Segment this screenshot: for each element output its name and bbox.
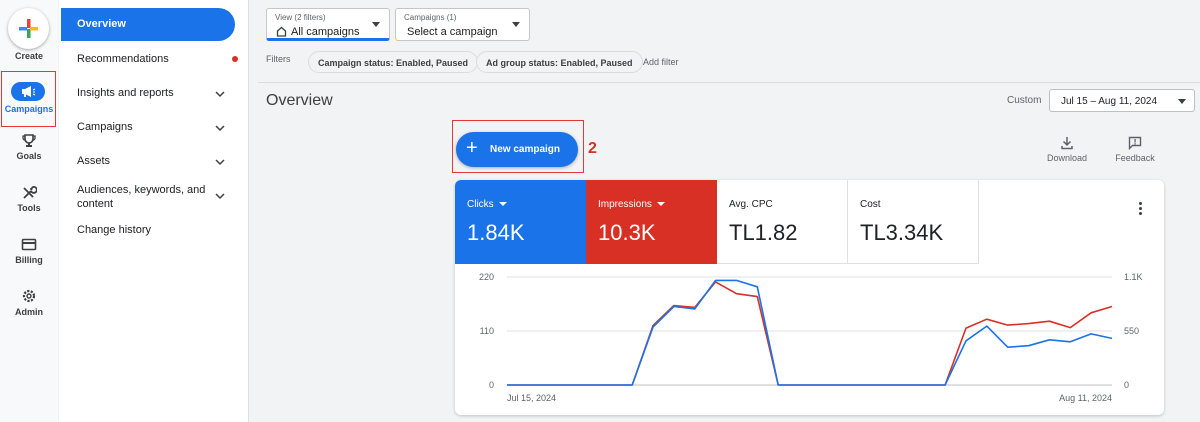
nav-item-change-history-label: Change history xyxy=(77,224,151,236)
performance-card: Clicks 1.84K Impressions 10.3K Avg. CPC … xyxy=(455,180,1164,415)
nav-item-overview[interactable]: Overview xyxy=(61,8,235,41)
x-axis-start-label: Jul 15, 2024 xyxy=(507,393,556,403)
goals-rail-item[interactable]: Goals xyxy=(0,133,58,161)
caret-down-icon xyxy=(498,202,507,207)
notification-dot xyxy=(232,56,238,62)
create-label: Create xyxy=(14,51,43,61)
x-axis-end-label: Aug 11, 2024 xyxy=(1059,393,1112,403)
download-button[interactable]: Download xyxy=(1044,136,1090,163)
credit-card-icon xyxy=(21,238,37,251)
billing-label: Billing xyxy=(15,255,43,265)
nav-item-assets-label: Assets xyxy=(77,155,111,167)
left-axis-tick: 220 xyxy=(479,272,494,282)
trophy-icon xyxy=(22,134,36,147)
annotation-number-2: 2 xyxy=(588,140,597,157)
performance-chart: 220 1.1K 110 550 0 0 Jul 15, 2024 Aug 11, 2024 xyxy=(479,272,1143,403)
view-dropdown-value: All campaigns xyxy=(291,26,360,38)
nav-item-audiences-label-line1: Audiences, keywords, and xyxy=(77,184,206,196)
date-range-value: Jul 15 – Aug 11, 2024 xyxy=(1061,96,1158,107)
nav-item-campaigns-label: Campaigns xyxy=(77,121,133,133)
tools-rail-item[interactable]: Tools xyxy=(0,185,58,213)
dropdown-arrow-icon xyxy=(1178,99,1186,104)
gear-icon xyxy=(22,289,36,303)
feedback-button[interactable]: Feedback xyxy=(1113,136,1157,163)
nav-item-recommendations-label: Recommendations xyxy=(77,53,169,65)
metric-tile-avg-cpc[interactable]: Avg. CPC TL1.82 xyxy=(717,180,848,264)
dropdown-arrow-icon xyxy=(512,22,520,27)
metric-avg-cpc-value: TL1.82 xyxy=(729,220,798,245)
chevron-down-icon xyxy=(215,159,225,166)
right-axis-tick: 0 xyxy=(1124,380,1129,390)
date-range-picker[interactable]: Jul 15 – Aug 11, 2024 xyxy=(1049,89,1195,112)
view-dropdown-caption: View (2 filters) xyxy=(275,13,326,22)
campaign-dropdown[interactable]: Campaigns (1) Select a campaign xyxy=(395,8,530,41)
admin-rail-item[interactable]: Admin xyxy=(0,288,58,317)
left-axis-tick: 0 xyxy=(489,380,494,390)
metric-cost-value: TL3.34K xyxy=(860,220,944,245)
campaign-dropdown-value: Select a campaign xyxy=(407,26,498,38)
filter-chip-campaign-status[interactable]: Campaign status: Enabled, Paused xyxy=(308,51,479,73)
series-line-clicks xyxy=(507,279,1113,386)
right-axis-tick: 550 xyxy=(1124,326,1139,336)
metric-clicks-name: Clicks xyxy=(467,199,494,210)
metric-impressions-value: 10.3K xyxy=(598,220,656,245)
more-options-icon[interactable] xyxy=(1139,202,1142,217)
right-axis-tick: 1.1K xyxy=(1124,272,1143,282)
nav-item-change-history[interactable]: Change history xyxy=(77,224,237,236)
home-icon xyxy=(276,26,287,37)
nav-item-insights[interactable]: Insights and reports xyxy=(77,87,237,99)
download-label: Download xyxy=(1046,153,1088,163)
divider xyxy=(258,82,1200,83)
dropdown-arrow-icon xyxy=(372,22,380,27)
chevron-down-icon xyxy=(215,193,225,200)
date-range-custom-label: Custom xyxy=(1007,95,1042,106)
page-title: Overview xyxy=(266,92,333,109)
filters-label: Filters xyxy=(266,54,291,64)
metric-tile-impressions[interactable]: Impressions 10.3K xyxy=(586,180,717,264)
series-line-impressions xyxy=(507,281,1113,386)
nav-item-campaigns[interactable]: Campaigns xyxy=(77,121,237,133)
tools-icon xyxy=(23,186,37,199)
chevron-down-icon xyxy=(215,125,225,132)
download-icon xyxy=(1061,137,1073,150)
admin-label: Admin xyxy=(15,307,43,317)
tools-label: Tools xyxy=(17,203,41,213)
nav-item-audiences[interactable]: Audiences, keywords, and content xyxy=(77,183,237,211)
annotation-box-new-campaign xyxy=(452,120,584,173)
metric-clicks-value: 1.84K xyxy=(467,220,525,245)
metric-cost-name: Cost xyxy=(860,199,881,210)
campaign-dropdown-caption: Campaigns (1) xyxy=(404,13,457,22)
nav-item-audiences-label-line2: content xyxy=(77,198,114,210)
annotation-box-campaigns xyxy=(1,71,56,127)
nav-item-insights-label: Insights and reports xyxy=(77,87,174,99)
metric-avg-cpc-name: Avg. CPC xyxy=(729,199,773,210)
feedback-label: Feedback xyxy=(1115,153,1155,163)
metric-impressions-name: Impressions xyxy=(598,199,652,210)
chevron-down-icon xyxy=(215,91,225,98)
billing-rail-item[interactable]: Billing xyxy=(0,237,58,265)
metric-tile-clicks[interactable]: Clicks 1.84K xyxy=(455,180,586,264)
view-dropdown[interactable]: View (2 filters) All campaigns xyxy=(266,8,390,41)
add-filter-link[interactable]: Add filter xyxy=(643,57,679,67)
nav-item-recommendations[interactable]: Recommendations xyxy=(77,53,238,65)
metric-tile-cost[interactable]: Cost TL3.34K xyxy=(848,180,979,264)
plus-icon xyxy=(19,19,38,38)
left-rail: Create Campaigns Goals Tools Billing Adm… xyxy=(0,0,58,422)
caret-down-icon xyxy=(656,202,665,207)
goals-label: Goals xyxy=(16,151,42,161)
left-axis-tick: 110 xyxy=(480,326,494,336)
filter-chip-ad-group-status[interactable]: Ad group status: Enabled, Paused xyxy=(476,51,643,73)
nav-item-overview-label: Overview xyxy=(77,18,126,30)
create-button[interactable] xyxy=(8,8,49,49)
nav-item-assets[interactable]: Assets xyxy=(77,155,237,167)
feedback-icon xyxy=(1128,136,1142,150)
secondary-nav: Overview Recommendations Insights and re… xyxy=(59,0,249,422)
